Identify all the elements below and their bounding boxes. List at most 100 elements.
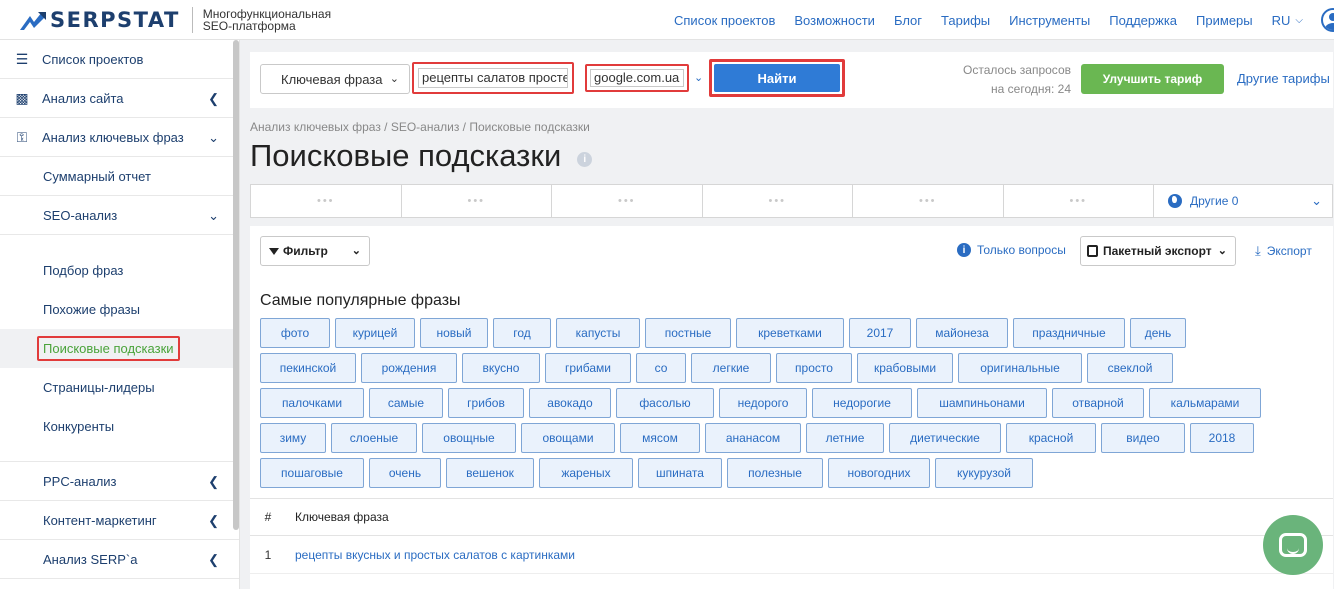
nav-support[interactable]: Поддержка [1109,13,1177,28]
phrase-chip[interactable]: грибами [545,353,631,383]
phrase-chip[interactable]: авокадо [529,388,611,418]
nav-tools[interactable]: Инструменты [1009,13,1090,28]
phrase-chip[interactable]: овощами [521,423,615,453]
phrase-chip[interactable]: оригинальные [958,353,1082,383]
find-button[interactable]: Найти [714,64,840,92]
tab-loading[interactable]: ••• [853,185,1004,217]
sidebar-item-projects[interactable]: ☰ Список проектов [0,40,239,79]
sidebar-item-keyword-selection[interactable]: Подбор фраз [0,251,239,290]
phrase-chip[interactable]: год [493,318,551,348]
chevron-down-icon: ⌵ [1295,14,1303,26]
phrase-chip[interactable]: летние [806,423,884,453]
phrase-chip[interactable]: фото [260,318,330,348]
phrase-chip[interactable]: шпината [638,458,722,488]
phrase-chip[interactable]: постные [645,318,731,348]
phrase-chip[interactable]: слоеные [331,423,417,453]
upgrade-plan-button[interactable]: Улучшить тариф [1081,64,1224,94]
phrase-chip[interactable]: овощные [422,423,516,453]
popular-phrases-chips: фото курицей новый год капусты постные креветк… [260,318,1320,493]
phrase-chip[interactable]: новогодних [828,458,930,488]
phrase-chip[interactable]: пошаговые [260,458,364,488]
phrase-chip[interactable]: рождения [361,353,457,383]
nav-projects[interactable]: Список проектов [674,13,775,28]
sidebar-scrollbar[interactable] [233,40,239,530]
phrase-chip[interactable]: красной [1006,423,1096,453]
phrase-chip[interactable]: со [636,353,686,383]
phrase-chip[interactable]: легкие [691,353,771,383]
tab-loading[interactable]: ••• [402,185,552,217]
table-row: 1 рецепты вкусных и простых салатов с ка… [250,536,1333,574]
chevron-down-icon: ⌄ [208,130,219,145]
chat-button[interactable] [1263,515,1323,575]
phrase-chip[interactable]: майонеза [916,318,1008,348]
phrase-chip[interactable]: зиму [260,423,326,453]
phrase-chip[interactable]: ананасом [705,423,801,453]
phrase-chip[interactable]: праздничные [1013,318,1125,348]
phrase-chip[interactable]: недорогие [812,388,912,418]
phrase-chip[interactable]: крабовыми [857,353,953,383]
nav-pricing[interactable]: Тарифы [941,13,990,28]
phrase-chip[interactable]: просто [776,353,852,383]
phrase-chip[interactable]: очень [369,458,441,488]
info-icon[interactable]: i [577,151,593,167]
phrase-chip[interactable]: новый [420,318,488,348]
sidebar-item-summary[interactable]: Суммарный отчет [0,157,239,196]
tab-other[interactable]: Другие 0 ⌄ [1154,185,1332,217]
sidebar-item-competitors[interactable]: Конкуренты [0,407,239,446]
sidebar-item-content-marketing[interactable]: Контент-маркетинг ❮ [0,501,239,540]
filter-button[interactable]: Фильтр ⌄ [260,236,370,266]
phrase-chip[interactable]: палочками [260,388,364,418]
phrase-chip[interactable]: отварной [1052,388,1144,418]
other-plans-link[interactable]: Другие тарифы [1237,71,1330,86]
phrase-chip[interactable]: пекинской [260,353,356,383]
export-button[interactable]: ⤓ Экспорт [1255,243,1312,259]
phrase-chip[interactable]: грибов [448,388,524,418]
search-type-select[interactable]: Ключевая фраза ⌄ [260,64,410,94]
phrase-chip[interactable]: жареных [539,458,633,488]
phrase-chip[interactable]: вкусно [462,353,540,383]
sidebar-item-seo-analysis[interactable]: SEO-анализ ⌄ [0,196,239,235]
tab-loading[interactable]: ••• [251,185,402,217]
nav-blog[interactable]: Блог [894,13,922,28]
phrase-chip[interactable]: самые [369,388,443,418]
sidebar-item-serp-analysis[interactable]: Анализ SERP`a ❮ [0,540,239,579]
chevron-down-icon[interactable]: ⌄ [694,71,703,84]
sidebar-item-keyword-analysis[interactable]: ⚿ Анализ ключевых фраз ⌄ [0,118,239,157]
phrase-chip[interactable]: диетические [889,423,1001,453]
language-selector[interactable]: RU ⌵ [1272,13,1303,28]
phrase-chip[interactable]: день [1130,318,1186,348]
phrase-chip[interactable]: капусты [556,318,640,348]
phrase-chip[interactable]: кальмарами [1149,388,1261,418]
phrase-chip[interactable]: 2018 [1190,423,1254,453]
phrase-chip[interactable]: недорого [719,388,807,418]
keyword-link[interactable]: рецепты вкусных и простых салатов с карт… [295,548,575,562]
phrase-chip[interactable]: кукурузой [935,458,1033,488]
tab-loading[interactable]: ••• [1004,185,1154,217]
phrase-chip[interactable]: шампиньонами [917,388,1047,418]
sidebar-item-top-pages[interactable]: Страницы-лидеры [0,368,239,407]
phrase-chip[interactable]: свеклой [1087,353,1173,383]
phrase-chip[interactable]: фасолью [616,388,714,418]
sidebar-item-related-keywords[interactable]: Похожие фразы [0,290,239,329]
phrase-chip[interactable]: полезные [727,458,823,488]
batch-export-button[interactable]: Пакетный экспорт ⌄ [1080,236,1236,266]
user-avatar-icon[interactable] [1321,8,1334,32]
tab-loading[interactable]: ••• [703,185,853,217]
phrase-chip[interactable]: 2017 [849,318,911,348]
phrase-chip[interactable]: мясом [620,423,700,453]
nav-examples[interactable]: Примеры [1196,13,1253,28]
phrase-chip[interactable]: вешенок [446,458,534,488]
database-select[interactable]: google.com.ua [585,64,689,92]
sidebar-item-search-suggestions[interactable]: Поисковые подсказки [0,329,239,368]
sidebar-item-ppc[interactable]: PPC-анализ ❮ [0,462,239,501]
nav-features[interactable]: Возможности [794,13,875,28]
column-keyword[interactable]: Ключевая фраза [295,510,389,524]
only-questions-toggle[interactable]: i Только вопросы [957,243,1066,257]
query-input[interactable]: рецепты салатов просте [412,62,574,94]
phrase-chip[interactable]: курицей [335,318,415,348]
sidebar-item-site-analysis[interactable]: ▩ Анализ сайта ❮ [0,79,239,118]
tab-loading[interactable]: ••• [552,185,703,217]
phrase-chip[interactable]: видео [1101,423,1185,453]
logo[interactable]: SERPSTAT Многофункциональная SEO-платфор… [20,6,331,33]
phrase-chip[interactable]: креветками [736,318,844,348]
